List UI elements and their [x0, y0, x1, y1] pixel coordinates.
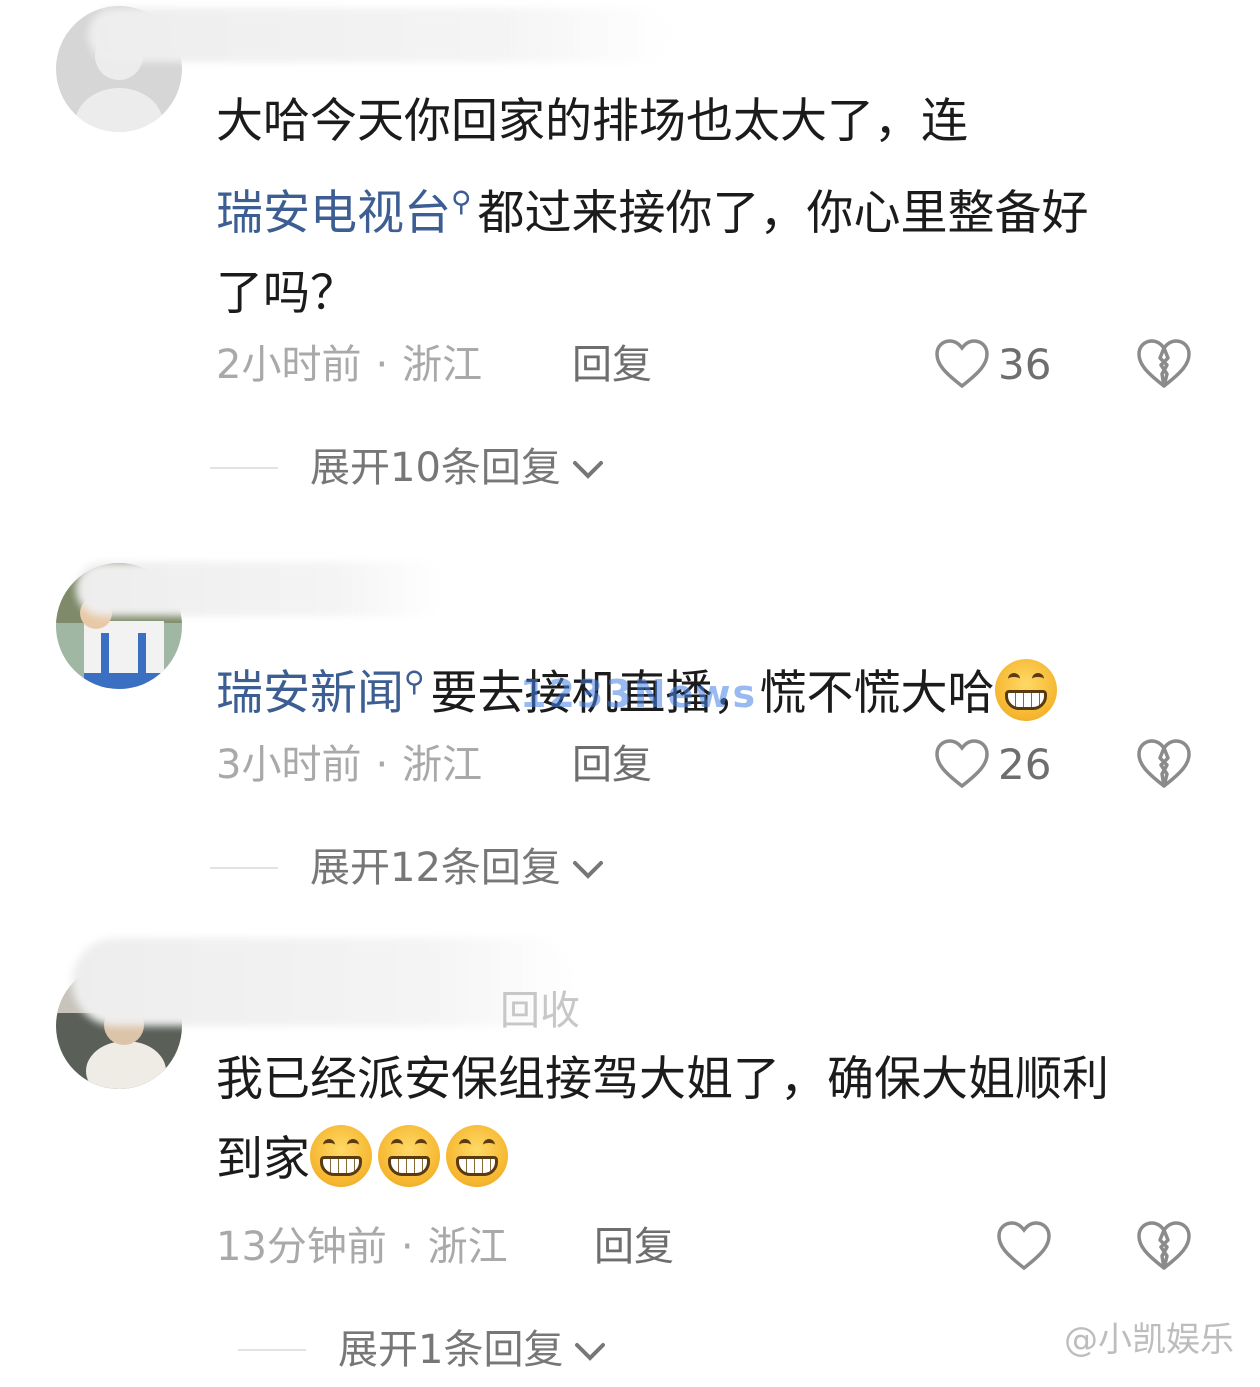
mention-link[interactable]: 瑞安新闻 — [216, 666, 404, 721]
chevron-down-icon — [571, 843, 605, 893]
comment-time: 2小时前 — [216, 342, 362, 388]
comment-meta: 3小时前 · 浙江 — [216, 740, 482, 790]
reply-button[interactable]: 回复 — [572, 340, 652, 390]
search-icon: ⚲ — [404, 665, 425, 698]
heart-outline-icon — [996, 1220, 1052, 1272]
expand-replies-button[interactable]: 展开12条回复 — [210, 843, 605, 893]
source-watermark: @小凯娱乐 — [1064, 1320, 1234, 1360]
heart-outline-icon — [934, 738, 990, 790]
comment-meta: 2小时前 · 浙江 — [216, 340, 482, 390]
comment-time: 3小时前 — [216, 742, 362, 788]
comment-location: 浙江 — [402, 342, 483, 388]
broken-heart-icon — [1136, 1220, 1192, 1272]
comment-text: 大哈今天你回家的排场也太大了，连 瑞安电视台⚲ 都过来接你了，你心里整备好 了吗？ — [216, 94, 1089, 321]
separator: · — [400, 1224, 414, 1270]
grinning-face-icon — [378, 1125, 440, 1187]
comment-text: 我已经派安保组接驾大姐了，确保大姐顺利 到家 — [216, 1052, 1109, 1187]
watermark: 1233News — [520, 672, 758, 716]
username-blurred — [76, 562, 446, 616]
grinning-face-icon — [446, 1125, 508, 1187]
expand-replies-button[interactable]: 展开10条回复 — [210, 443, 605, 493]
comment-location: 浙江 — [427, 1224, 508, 1270]
reply-button[interactable]: 回复 — [572, 740, 652, 790]
like-count: 26 — [998, 739, 1052, 789]
separator: · — [375, 342, 389, 388]
chevron-down-icon — [573, 1325, 607, 1375]
divider — [238, 1349, 306, 1351]
username-partial: 回收 — [500, 988, 580, 1034]
like-button[interactable]: 36 — [934, 338, 1051, 390]
comment-meta: 13分钟前 · 浙江 — [216, 1222, 508, 1272]
dislike-button[interactable] — [1136, 1220, 1192, 1272]
expand-replies-button[interactable]: 展开1条回复 — [238, 1325, 607, 1375]
chevron-down-icon — [571, 443, 605, 493]
username-blurred — [88, 8, 673, 62]
comment-list: 大哈今天你回家的排场也太大了，连 瑞安电视台⚲ 都过来接你了，你心里整备好 了吗？… — [0, 0, 1260, 1387]
grinning-face-icon — [310, 1125, 372, 1187]
broken-heart-icon — [1136, 338, 1192, 390]
dislike-button[interactable] — [1136, 338, 1192, 390]
broken-heart-icon — [1136, 738, 1192, 790]
mention-link[interactable]: 瑞安电视台 — [216, 186, 451, 241]
dislike-button[interactable] — [1136, 738, 1192, 790]
like-button[interactable] — [996, 1220, 1052, 1272]
comment-time: 13分钟前 — [216, 1224, 387, 1270]
heart-outline-icon — [934, 338, 990, 390]
reply-button[interactable]: 回复 — [594, 1222, 674, 1272]
like-button[interactable]: 26 — [934, 738, 1051, 790]
separator: · — [375, 742, 389, 788]
comment-location: 浙江 — [402, 742, 483, 788]
search-icon: ⚲ — [451, 185, 472, 218]
divider — [210, 467, 278, 469]
divider — [210, 867, 278, 869]
grinning-face-icon — [994, 659, 1057, 721]
like-count: 36 — [998, 339, 1052, 389]
